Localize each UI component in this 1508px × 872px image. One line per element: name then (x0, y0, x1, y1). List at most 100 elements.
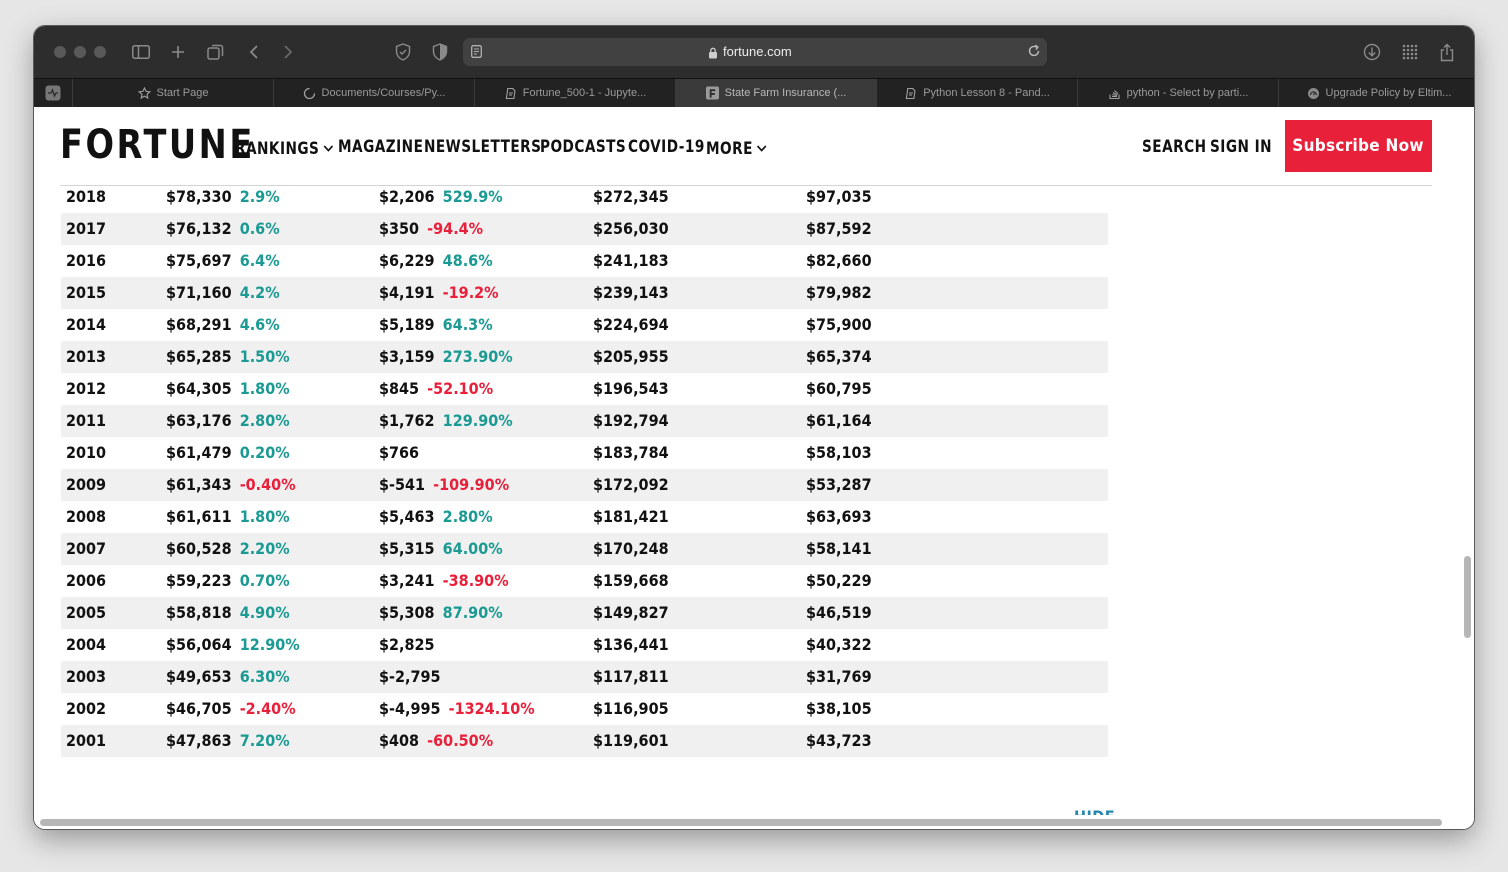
profit-cell: $766 (379, 437, 427, 469)
profit-value: $350 (379, 219, 420, 238)
revenue-value: $59,223 (166, 571, 232, 590)
fortune-logo[interactable]: FORTUNE (60, 123, 255, 167)
sign-in-link[interactable]: SIGN IN (1210, 137, 1272, 156)
profit-value: $845 (379, 379, 420, 398)
vertical-scrollbar[interactable] (1464, 556, 1471, 638)
horizontal-scrollbar[interactable] (40, 819, 1442, 826)
close-window-button[interactable] (54, 46, 66, 58)
revenue-change: -2.40% (239, 699, 296, 718)
nav-rankings[interactable]: RANKINGS (235, 137, 333, 158)
revenue-cell: $71,160 4.2% (166, 277, 280, 309)
pinned-tab[interactable] (34, 79, 72, 107)
tab-overview-icon[interactable] (203, 40, 227, 64)
nav-covid-19[interactable]: COVID-19 (628, 137, 705, 156)
grid-icon[interactable] (1398, 40, 1422, 64)
zoom-window-button[interactable] (94, 46, 106, 58)
year-cell: 2011 (66, 411, 107, 430)
profit-change: 48.6% (442, 251, 493, 270)
profit-change: 273.90% (442, 347, 513, 366)
table-row: 2012 $64,305 1.80% $845 -52.10% $196,543 $60,7… (61, 373, 1108, 405)
tab-4[interactable]: State Farm Insurance (... (675, 79, 876, 107)
revenue-cell: $47,863 7.20% (166, 725, 290, 757)
tab-7[interactable]: Upgrade Policy by Eltim... (1278, 79, 1474, 107)
profit-value: $3,241 (379, 571, 435, 590)
profit-change: -38.90% (442, 571, 509, 590)
profit-cell: $845 -52.10% (379, 373, 493, 405)
browser-toolbar: fortune.com (34, 26, 1474, 78)
tab-2[interactable]: Documents/Courses/Py... (273, 79, 474, 107)
profit-cell: $1,762 129.90% (379, 405, 513, 437)
reader-mode-icon[interactable] (471, 45, 482, 63)
profit-value: $1,762 (379, 411, 435, 430)
tab-5[interactable]: Python Lesson 8 - Pand... (876, 79, 1077, 107)
tab-bar: Start Page Documents/Courses/Py... Fortune… (34, 78, 1474, 107)
profit-cell: $6,229 48.6% (379, 245, 493, 277)
back-icon[interactable] (242, 40, 266, 64)
revenue-cell: $75,697 6.4% (166, 245, 280, 277)
year-cell: 2002 (66, 699, 107, 718)
profit-cell: $-2,795 (379, 661, 449, 693)
revenue-value: $65,285 (166, 347, 232, 366)
revenue-change: 12.90% (239, 635, 300, 654)
share-icon[interactable] (1435, 40, 1459, 64)
revenue-value: $60,528 (166, 539, 232, 558)
nav-more-label: MORE (706, 139, 753, 158)
new-tab-icon[interactable] (166, 40, 190, 64)
revenue-value: $68,291 (166, 315, 232, 334)
revenue-change: 0.70% (239, 571, 290, 590)
revenue-cell: $58,818 4.90% (166, 597, 290, 629)
profit-cell: $408 -60.50% (379, 725, 493, 757)
table-row: 2017 $76,132 0.6% $350 -94.4% $256,030 $87,592 (61, 213, 1108, 245)
downloads-icon[interactable] (1360, 40, 1384, 64)
equity-cell: $60,795 (806, 379, 872, 398)
assets-cell: $205,955 (593, 347, 669, 366)
reload-icon[interactable] (1027, 44, 1041, 63)
nav-more[interactable]: MORE (706, 137, 767, 158)
tab-label: Upgrade Policy by Eltim... (1325, 87, 1452, 99)
page-icon (504, 87, 517, 100)
table-row: 2004 $56,064 12.90% $2,825 $136,441 $40,322 (61, 629, 1108, 661)
profit-value: $5,315 (379, 539, 435, 558)
tab-3[interactable]: Fortune_500-1 - Jupyte... (474, 79, 675, 107)
minimize-window-button[interactable] (74, 46, 86, 58)
revenue-value: $61,611 (166, 507, 232, 526)
table-row: 2001 $47,863 7.20% $408 -60.50% $119,601 $43,7… (61, 725, 1108, 757)
equity-cell: $82,660 (806, 251, 872, 270)
extension-shield-icon[interactable] (428, 40, 452, 64)
browser-window: fortune.com Start Page Documents/Courses/… (34, 26, 1474, 829)
assets-cell: $172,092 (593, 475, 669, 494)
profit-value: $-2,795 (379, 667, 441, 686)
profit-change: -52.10% (427, 379, 494, 398)
fortune-favicon-icon (705, 86, 719, 100)
address-bar[interactable]: fortune.com (463, 38, 1047, 66)
search-link[interactable]: SEARCH (1142, 137, 1206, 156)
tab-1[interactable]: Start Page (72, 79, 273, 107)
table-row: 2003 $49,653 6.30% $-2,795 $117,811 $31,769 (61, 661, 1108, 693)
table-row: 2005 $58,818 4.90% $5,308 87.90% $149,827 $46,… (61, 597, 1108, 629)
revenue-cell: $60,528 2.20% (166, 533, 290, 565)
profit-value: $5,308 (379, 603, 435, 622)
profit-cell: $3,241 -38.90% (379, 565, 509, 597)
forward-icon[interactable] (276, 40, 300, 64)
tab-label: Fortune_500-1 - Jupyte... (522, 87, 647, 99)
profit-change: -19.2% (442, 283, 499, 302)
tab-6[interactable]: python - Select by parti... (1077, 79, 1278, 107)
nav-newsletters[interactable]: NEWSLETTERS (424, 137, 541, 156)
revenue-change: 0.6% (239, 219, 280, 238)
spinner-icon (303, 87, 316, 100)
year-cell: 2009 (66, 475, 107, 494)
table-row: 2013 $65,285 1.50% $3,159 273.90% $205,955 $65… (61, 341, 1108, 373)
sidebar-toggle-icon[interactable] (129, 40, 153, 64)
profit-value: $5,463 (379, 507, 435, 526)
profit-cell: $-541 -109.90% (379, 469, 509, 501)
nav-magazine[interactable]: MAGAZINE (338, 137, 423, 156)
revenue-change: 1.80% (239, 507, 290, 526)
table-row: 2008 $61,611 1.80% $5,463 2.80% $181,421 $63,6… (61, 501, 1108, 533)
year-cell: 2007 (66, 539, 107, 558)
profit-cell: $5,189 64.3% (379, 309, 493, 341)
nav-podcasts[interactable]: PODCASTS (540, 137, 626, 156)
subscribe-now-button[interactable]: Subscribe Now (1285, 120, 1432, 172)
year-cell: 2014 (66, 315, 107, 334)
privacy-shield-icon[interactable] (391, 40, 415, 64)
revenue-cell: $64,305 1.80% (166, 373, 290, 405)
